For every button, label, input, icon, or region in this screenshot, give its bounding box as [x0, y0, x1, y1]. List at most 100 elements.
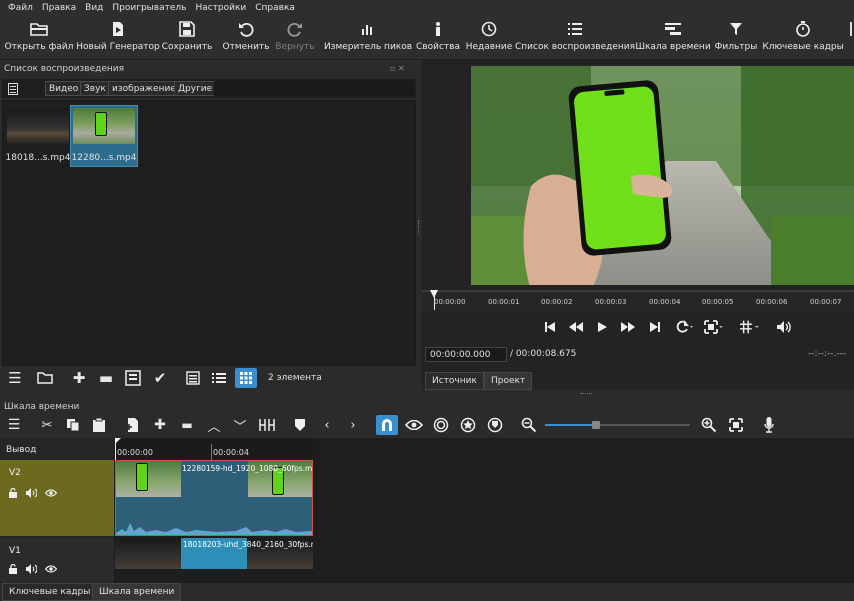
fast-forward-button[interactable]: [618, 317, 638, 337]
zoom-slider-handle[interactable]: [591, 421, 600, 429]
properties-label: Свойства: [416, 42, 460, 52]
apply-button[interactable]: ✔: [149, 368, 171, 388]
ripple-markers-toggle[interactable]: [484, 415, 506, 435]
timeline-remove-button[interactable]: ▬: [176, 415, 198, 435]
tab-video[interactable]: Видео: [45, 81, 83, 96]
zoom-fit-button[interactable]: [725, 415, 747, 435]
eye-icon[interactable]: [45, 488, 57, 498]
menu-view[interactable]: Вид: [85, 3, 103, 13]
zoom-out-button[interactable]: [518, 415, 540, 435]
menu-file[interactable]: Файл: [8, 3, 33, 13]
keyframes-button[interactable]: Ключевые кадры: [762, 16, 844, 60]
playlist-item-count: 2 элемента: [268, 373, 322, 383]
track-header-v2[interactable]: V2: [0, 460, 114, 536]
playlist-menu-icon[interactable]: [5, 81, 21, 96]
record-audio-button[interactable]: [758, 415, 780, 435]
marker-button[interactable]: [289, 415, 311, 435]
eye-icon[interactable]: [45, 564, 57, 574]
append-button[interactable]: [122, 415, 144, 435]
tab-project[interactable]: Проект: [484, 372, 533, 390]
play-button[interactable]: [592, 317, 612, 337]
menu-help[interactable]: Справка: [255, 3, 295, 13]
playlist-item-selected[interactable]: 12280...s.mp4: [70, 105, 138, 167]
timeline-clip-v2[interactable]: 12280159-hd_1920_1080_60fps.mp4: [115, 460, 313, 536]
snap-toggle[interactable]: [376, 415, 398, 435]
filters-button[interactable]: Фильтры: [714, 16, 758, 60]
panel-float-close-icon[interactable]: ▫ ✕: [390, 64, 414, 73]
zoom-in-button[interactable]: [698, 415, 720, 435]
track-header-v1[interactable]: V1: [0, 538, 114, 582]
mute-icon[interactable]: [26, 488, 37, 498]
zoom-button[interactable]: [704, 317, 724, 337]
menu-player[interactable]: Проигрыватель: [112, 3, 186, 13]
split-icon: [259, 419, 275, 431]
playlist-button[interactable]: Список воспроизведения: [515, 16, 635, 60]
tab-keyframes[interactable]: Ключевые кадры: [2, 583, 98, 601]
open-file-button[interactable]: Открыть файл: [5, 16, 73, 60]
recent-button[interactable]: Недавние: [466, 16, 512, 60]
playlist-menu-button[interactable]: ☰: [4, 368, 26, 388]
grid-button[interactable]: [740, 317, 760, 337]
loop-button[interactable]: [674, 317, 694, 337]
playlist-search-input[interactable]: [214, 81, 414, 96]
more-toolbar-icon[interactable]: [848, 16, 854, 60]
table-view-icon: [186, 371, 200, 385]
chevron-down-icon: ﹀: [233, 419, 247, 435]
open-folder-button[interactable]: [34, 368, 56, 388]
open-file-label: Открыть файл: [4, 42, 74, 52]
volume-button[interactable]: [775, 317, 795, 337]
ripple-toggle[interactable]: [430, 415, 452, 435]
list-view-button[interactable]: [208, 368, 230, 388]
timeline-ruler[interactable]: 00:00:00 00:00:04: [115, 438, 313, 460]
timecode-input[interactable]: 00:00:00.000: [425, 347, 507, 362]
tab-timeline[interactable]: Шкала времени: [92, 583, 182, 601]
menu-edit[interactable]: Правка: [42, 3, 76, 13]
paste-icon: [93, 418, 105, 432]
add-button[interactable]: ✚: [68, 368, 90, 388]
overwrite-button[interactable]: ﹀: [229, 415, 251, 435]
ripple-all-tracks-toggle[interactable]: [457, 415, 479, 435]
update-button[interactable]: [122, 368, 144, 388]
skip-to-start-button[interactable]: [540, 317, 560, 337]
menu-settings[interactable]: Настройки: [195, 3, 246, 13]
lock-icon[interactable]: [8, 564, 18, 574]
remove-button[interactable]: ▬: [95, 368, 117, 388]
player-scrub-ruler[interactable]: 00:00:00 00:00:01 00:00:02 00:00:03 00:0…: [422, 290, 854, 312]
next-marker-button[interactable]: ›: [342, 415, 364, 435]
paste-button[interactable]: [88, 415, 110, 435]
tab-source[interactable]: Источник: [425, 372, 484, 390]
save-label: Сохранить: [161, 42, 213, 52]
peak-meter-button[interactable]: Измеритель пиков: [324, 16, 412, 60]
cut-button[interactable]: ✂: [36, 415, 58, 435]
undo-button[interactable]: Отменить: [223, 16, 269, 60]
redo-button[interactable]: Вернуть: [275, 16, 315, 60]
split-button[interactable]: [256, 415, 278, 435]
detail-view-button[interactable]: [182, 368, 204, 388]
new-generator-button[interactable]: Новый Генератор: [76, 16, 160, 60]
tab-audio[interactable]: Звук: [80, 81, 110, 96]
lift-button[interactable]: ︿: [203, 415, 225, 435]
splitter-handle[interactable]: [580, 393, 592, 395]
previous-marker-button[interactable]: ‹: [316, 415, 338, 435]
save-button[interactable]: Сохранить: [161, 16, 213, 60]
splitter-handle[interactable]: [418, 220, 421, 234]
playlist-item[interactable]: 18018...s.mp4: [5, 106, 71, 166]
scrub-toggle[interactable]: [403, 415, 425, 435]
properties-button[interactable]: Свойства: [416, 16, 460, 60]
tab-image[interactable]: изображение: [108, 81, 180, 96]
timeline-button[interactable]: Шкала времени: [635, 16, 711, 60]
timeline-clip-v1[interactable]: 18018203-uhd_3840_2160_30fps.mp4: [115, 538, 313, 569]
rewind-button[interactable]: [566, 317, 586, 337]
video-preview[interactable]: [471, 66, 854, 285]
timeline-add-button[interactable]: ✚: [149, 415, 171, 435]
tab-other[interactable]: Другие: [174, 81, 217, 96]
lock-icon[interactable]: [8, 488, 18, 498]
zoom-slider[interactable]: [545, 421, 690, 429]
playlist-label: Список воспроизведения: [515, 42, 636, 52]
mute-icon[interactable]: [26, 564, 37, 574]
marker-icon: [295, 419, 305, 431]
timeline-menu-button[interactable]: ☰: [3, 415, 25, 435]
copy-button[interactable]: [62, 415, 84, 435]
icon-view-button[interactable]: [235, 368, 257, 388]
skip-to-end-button[interactable]: [645, 317, 665, 337]
